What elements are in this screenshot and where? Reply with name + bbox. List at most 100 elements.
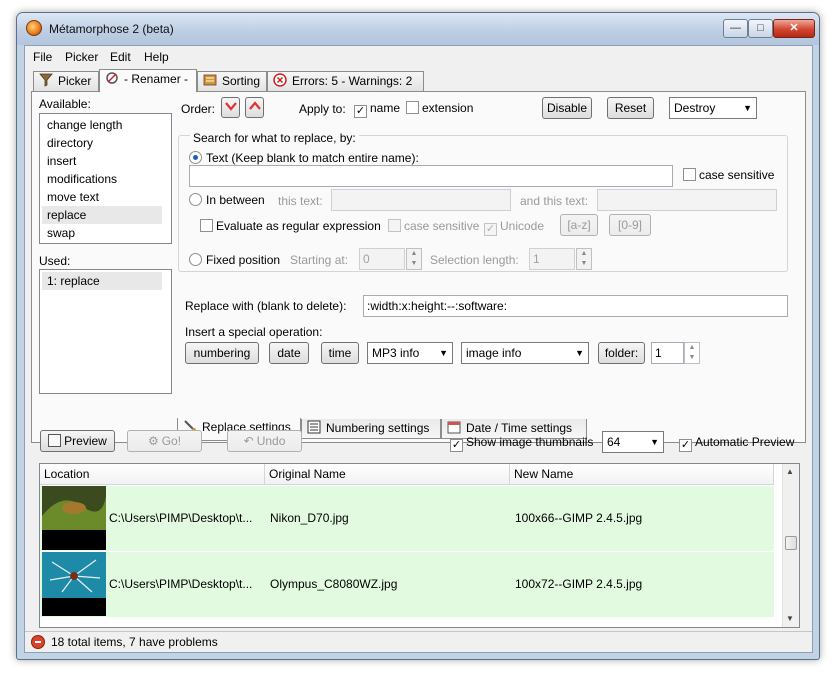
apply-extension-checkbox[interactable]: extension — [406, 101, 473, 115]
apply-name-checkbox[interactable]: ✓ name — [354, 101, 400, 118]
scroll-thumb[interactable] — [785, 536, 797, 550]
available-list[interactable]: change length directory insert modificat… — [39, 113, 172, 244]
menu-file[interactable]: File — [33, 50, 52, 64]
unicode-label: Unicode — [500, 219, 545, 233]
order-down-button[interactable] — [221, 97, 240, 118]
thumb-size-select[interactable]: 64 ▼ — [602, 431, 664, 453]
case-sensitive-checkbox[interactable]: case sensitive — [683, 168, 774, 182]
list-item[interactable]: directory — [42, 134, 162, 152]
folder-spinner[interactable]: ▲ ▼ — [684, 342, 700, 364]
starting-at-spinner[interactable]: ▲ ▼ — [406, 248, 422, 270]
table-row[interactable]: C:\Users\PIMP\Desktop\t... Olympus_C8080… — [40, 552, 774, 617]
regex-label: Evaluate as regular expression — [216, 219, 381, 233]
dropdown-arrow-icon: ▼ — [743, 103, 752, 113]
undo-icon: ↶ — [243, 434, 254, 448]
menu-picker[interactable]: Picker — [65, 50, 98, 64]
text-radio[interactable]: Text (Keep blank to match entire name): — [189, 151, 419, 165]
maximize-button[interactable]: □ — [748, 19, 773, 38]
show-thumbnails-checkbox[interactable]: ✓ Show image thumbnails — [450, 435, 593, 452]
search-text-input[interactable] — [189, 165, 673, 187]
radio-icon — [189, 253, 202, 266]
disable-button[interactable]: Disable — [542, 97, 592, 119]
unicode-checkbox[interactable]: ✓ Unicode — [484, 219, 544, 236]
close-button[interactable]: ✕ — [773, 19, 815, 38]
reset-button[interactable]: Reset — [607, 97, 654, 119]
order-up-button[interactable] — [245, 97, 264, 118]
fixed-position-radio[interactable]: Fixed position — [189, 253, 280, 267]
digits-button[interactable]: [0-9] — [609, 214, 651, 236]
selection-length-spinner[interactable]: ▲ ▼ — [576, 248, 592, 270]
date-button[interactable]: date — [269, 342, 309, 364]
title-bar[interactable]: Métamorphose 2 (beta) — □ ✕ — [17, 13, 819, 45]
list-item[interactable]: insert — [42, 152, 162, 170]
column-header-new[interactable]: New Name — [510, 464, 774, 485]
table-row[interactable]: C:\Users\PIMP\Desktop\t... Nikon_D70.jpg… — [40, 486, 774, 551]
numbering-icon — [306, 420, 322, 434]
window-title: Métamorphose 2 (beta) — [49, 22, 174, 36]
selection-length-input[interactable]: 1 — [529, 248, 575, 270]
menu-help[interactable]: Help — [144, 50, 169, 64]
apply-name-label: name — [370, 101, 401, 115]
tab-errors[interactable]: Errors: 5 - Warnings: 2 — [267, 71, 424, 91]
regex-case-checkbox[interactable]: case sensitive — [388, 219, 479, 233]
list-item-selected[interactable]: 1: replace — [42, 272, 162, 290]
tab-sorting[interactable]: Sorting — [197, 71, 267, 91]
preview-button[interactable]: Preview — [40, 430, 115, 452]
tab-picker-label: Picker — [58, 74, 92, 88]
table-scrollbar[interactable]: ▲ ▼ — [782, 464, 799, 627]
tab-errors-label: Errors: 5 - Warnings: 2 — [292, 74, 413, 88]
tab-renamer[interactable]: - Renamer - — [99, 69, 197, 92]
replace-with-input[interactable]: :width:x:height:--:software: — [363, 295, 788, 317]
thumb-size-value: 64 — [607, 435, 621, 449]
available-label: Available: — [39, 97, 91, 111]
file-table: Location Original Name New Name C:\Users… — [39, 463, 800, 628]
tab-picker[interactable]: Picker — [33, 71, 99, 91]
scroll-down-icon[interactable]: ▼ — [786, 614, 794, 623]
tab-sorting-label: Sorting — [222, 74, 261, 88]
minimize-button[interactable]: — — [723, 19, 748, 38]
subtab-datetime-label: Date / Time settings — [466, 421, 573, 435]
mp3-info-select[interactable]: MP3 info ▼ — [367, 342, 453, 364]
image-thumbnail — [42, 552, 106, 616]
chevron-up-icon — [248, 101, 261, 110]
list-item[interactable]: swap — [42, 224, 162, 242]
time-button[interactable]: time — [321, 342, 359, 364]
numbering-button[interactable]: numbering — [185, 342, 259, 364]
scroll-up-icon[interactable]: ▲ — [786, 467, 794, 476]
list-item[interactable]: move text — [42, 188, 162, 206]
destroy-select[interactable]: Destroy ▼ — [669, 97, 757, 119]
this-text-input[interactable] — [331, 189, 511, 211]
list-item[interactable]: modifications — [42, 170, 162, 188]
undo-button[interactable]: ↶ Undo — [227, 430, 302, 452]
starting-at-label: Starting at: — [290, 253, 349, 267]
in-between-radio[interactable]: In between — [189, 193, 265, 207]
radio-selected-icon — [189, 151, 202, 164]
go-button[interactable]: ⚙ Go! — [127, 430, 202, 452]
original-name-cell: Olympus_C8080WZ.jpg — [270, 577, 398, 591]
used-list[interactable]: 1: replace — [39, 269, 172, 394]
column-header-location[interactable]: Location — [40, 464, 265, 485]
auto-preview-checkbox[interactable]: ✓ Automatic Preview — [679, 435, 794, 452]
column-header-original[interactable]: Original Name — [265, 464, 510, 485]
dropdown-arrow-icon: ▼ — [575, 348, 584, 358]
show-thumbnails-label: Show image thumbnails — [466, 435, 594, 449]
list-item-selected[interactable]: replace — [42, 206, 162, 224]
status-text: 18 total items, 7 have problems — [51, 635, 218, 649]
preview-label: Preview — [64, 434, 107, 448]
folder-button[interactable]: folder: — [598, 342, 645, 364]
menu-edit[interactable]: Edit — [110, 50, 131, 64]
check-icon: ✓ — [679, 439, 692, 452]
regex-checkbox[interactable]: Evaluate as regular expression — [200, 219, 381, 233]
dropdown-arrow-icon: ▼ — [650, 437, 659, 447]
and-this-text-input[interactable] — [597, 189, 777, 211]
dropdown-arrow-icon: ▼ — [439, 348, 448, 358]
check-icon: ✓ — [354, 105, 367, 118]
special-operation-label: Insert a special operation: — [185, 325, 323, 339]
az-button[interactable]: [a-z] — [560, 214, 598, 236]
image-info-select[interactable]: image info ▼ — [461, 342, 589, 364]
list-item[interactable]: change length — [42, 116, 162, 134]
starting-at-input[interactable]: 0 — [359, 248, 405, 270]
subtab-numbering-settings[interactable]: Numbering settings — [301, 419, 441, 439]
folder-input[interactable]: 1 — [651, 342, 684, 364]
checkbox-box — [388, 219, 401, 232]
